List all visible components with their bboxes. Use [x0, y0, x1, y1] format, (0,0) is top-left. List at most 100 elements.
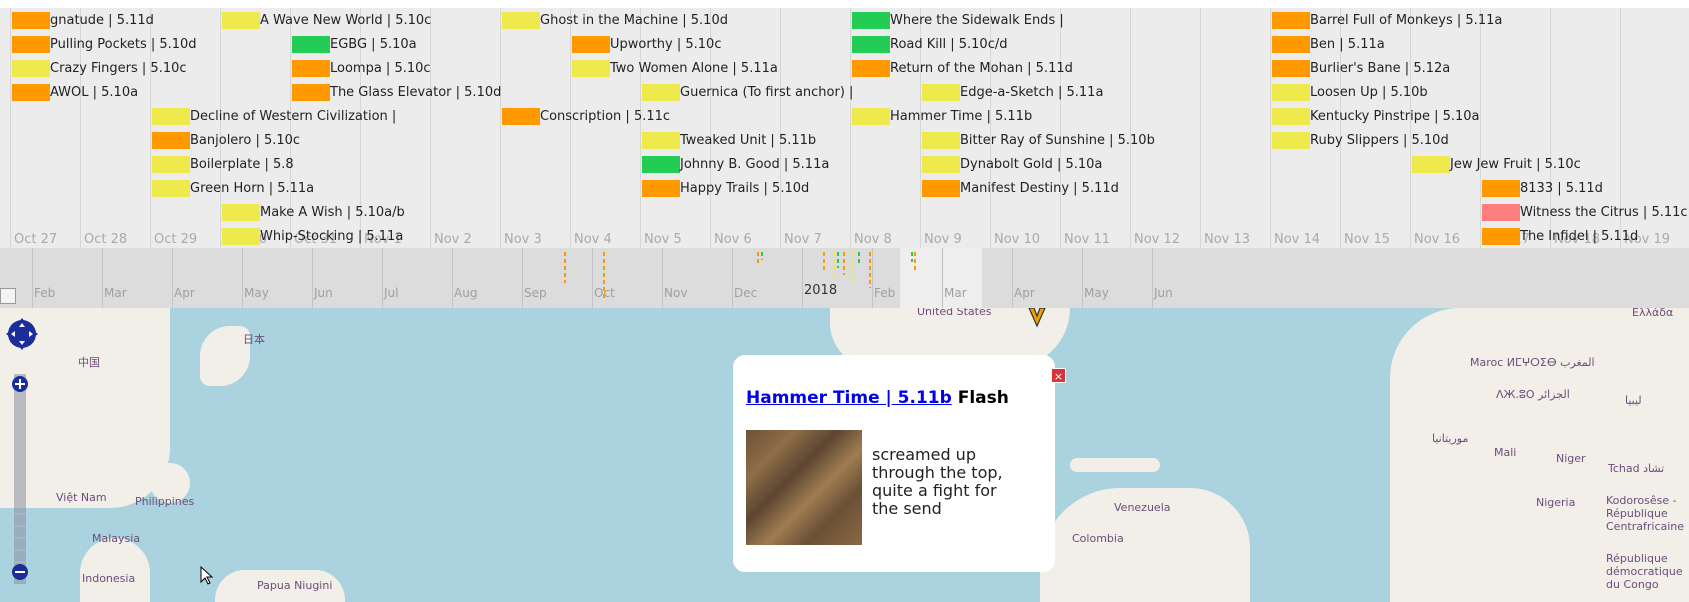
event-color-swatch [222, 228, 260, 245]
place-label: Philippines [135, 495, 195, 508]
overview-toggle-icon[interactable] [0, 288, 16, 304]
day-label: Nov 15 [1344, 232, 1391, 247]
event-color-swatch [12, 12, 50, 29]
event-color-swatch [502, 108, 540, 125]
event-color-swatch [292, 84, 330, 101]
month-label: Nov [664, 286, 688, 300]
month-label: Jun [314, 286, 333, 300]
month-gridline [102, 248, 103, 308]
event-color-swatch [852, 108, 890, 125]
place-label: 中国 [78, 356, 100, 369]
overview-event-tick [858, 252, 860, 265]
place-label: Ελλάδα [1632, 308, 1674, 319]
overview-event-tick [911, 252, 913, 262]
event-color-swatch [642, 132, 680, 149]
month-gridline [662, 248, 663, 308]
place-label: Indonesia [82, 572, 136, 585]
day-gridline [1130, 8, 1131, 248]
day-gridline [1200, 8, 1201, 248]
timeline-detail-band[interactable]: Oct 27Oct 28Oct 29Oct 30Oct 31Nov 1Nov 2… [0, 0, 1689, 248]
event-color-swatch [852, 12, 890, 29]
event-color-swatch [152, 132, 190, 149]
month-label: May [1084, 286, 1109, 300]
month-gridline [732, 248, 733, 308]
event-label: Edge-a-Sketch | 5.11a [960, 85, 1104, 100]
event-label: Witness the Citrus | 5.11c [1520, 205, 1688, 220]
month-gridline [522, 248, 523, 308]
event-label: Dynabolt Gold | 5.10a [960, 157, 1103, 172]
day-label: Nov 10 [994, 232, 1041, 247]
overview-event-tick [823, 252, 825, 270]
day-gridline [430, 8, 431, 248]
route-link[interactable]: Hammer Time | 5.11b [746, 388, 952, 408]
event-label: Green Horn | 5.11a [190, 181, 315, 196]
event-color-swatch [1272, 12, 1310, 29]
place-label: ليبيا [1625, 394, 1642, 407]
day-gridline [1410, 8, 1411, 248]
month-gridline [592, 248, 593, 308]
event-color-swatch [572, 36, 610, 53]
event-label: Loosen Up | 5.10b [1310, 85, 1428, 100]
event-label: Pulling Pockets | 5.10d [50, 37, 197, 52]
month-label: Feb [34, 286, 56, 300]
month-label: Jul [384, 286, 399, 300]
event-label: Upworthy | 5.10c [610, 37, 722, 52]
event-color-swatch [12, 60, 50, 77]
location-marker-icon[interactable] [1027, 308, 1047, 328]
place-label: United States [917, 308, 992, 318]
month-label: Apr [1014, 286, 1035, 300]
place-label: ΛЖ.ⵓO الجزائر [1496, 388, 1570, 401]
day-label: Nov 5 [644, 232, 682, 247]
overview-event-tick [869, 252, 871, 288]
timeline-overview-band[interactable]: FebMarAprMayJunJulAugSepOctNovDec2018Feb… [0, 248, 1689, 308]
day-label: Nov 3 [504, 232, 542, 247]
event-color-swatch [922, 156, 960, 173]
event-label: Tweaked Unit | 5.11b [680, 133, 817, 148]
event-color-swatch [222, 12, 260, 29]
day-label: Nov 12 [1134, 232, 1181, 247]
month-label: Jun [1154, 286, 1173, 300]
event-color-swatch [1482, 204, 1520, 221]
event-label: Boilerplate | 5.8 [190, 157, 294, 172]
overview-event-tick [834, 252, 836, 278]
month-gridline [872, 248, 873, 308]
event-label: gnatude | 5.11d [50, 13, 154, 28]
pan-control-icon[interactable] [4, 316, 40, 352]
land-caribbean [1070, 458, 1160, 472]
mouse-cursor-icon [200, 566, 214, 585]
popup-close-icon[interactable]: × [1051, 368, 1066, 383]
place-label: Nigeria [1536, 496, 1576, 509]
day-gridline [220, 8, 221, 248]
day-label: Nov 11 [1064, 232, 1111, 247]
day-label: Nov 6 [714, 232, 752, 247]
month-gridline [32, 248, 33, 308]
place-label: Mali [1494, 446, 1517, 459]
place-label: Kodorosêse - République Centrafricaine [1606, 494, 1685, 533]
event-color-swatch [1272, 36, 1310, 53]
place-label: République démocratique du Congo [1606, 552, 1683, 591]
month-gridline [942, 248, 943, 308]
month-label: Aug [454, 286, 478, 300]
event-color-swatch [852, 36, 890, 53]
day-label: Nov 16 [1414, 232, 1461, 247]
day-gridline [1270, 8, 1271, 248]
place-label: Niger [1556, 452, 1586, 465]
month-label: Sep [524, 286, 547, 300]
event-color-swatch [922, 132, 960, 149]
month-label: May [244, 286, 269, 300]
event-label: AWOL | 5.10a [50, 85, 139, 100]
route-photo[interactable] [746, 430, 862, 545]
event-color-swatch [152, 180, 190, 197]
overview-event-tick [761, 252, 763, 260]
overview-event-tick [837, 252, 839, 268]
event-label: Ruby Slippers | 5.10d [1310, 133, 1449, 148]
zoom-slider[interactable] [12, 374, 28, 584]
day-gridline [1060, 8, 1061, 248]
event-color-swatch [502, 12, 540, 29]
day-label: Nov 9 [924, 232, 962, 247]
day-label: Nov 8 [854, 232, 892, 247]
event-label: Whip-Stocking | 5.11a [260, 229, 404, 244]
place-label: 日本 [243, 333, 265, 346]
event-label: Jew Jew Fruit | 5.10c [1450, 157, 1581, 172]
event-color-swatch [12, 84, 50, 101]
